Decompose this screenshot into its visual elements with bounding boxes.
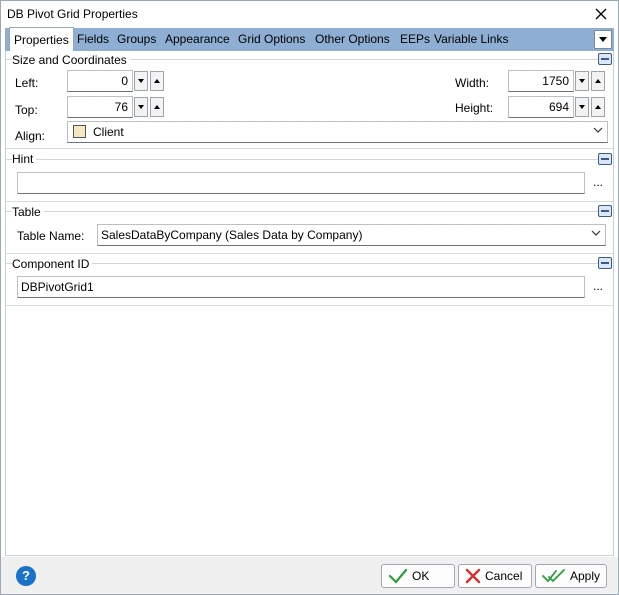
- left-decrement-button[interactable]: [134, 71, 148, 91]
- group-divider: [6, 263, 601, 264]
- title-bar: DB Pivot Grid Properties: [1, 1, 618, 27]
- triangle-up-icon: [595, 105, 601, 109]
- left-label: Left:: [15, 76, 39, 90]
- width-input[interactable]: 1750: [508, 70, 574, 92]
- collapse-icon[interactable]: [598, 257, 612, 269]
- apply-label: Apply: [570, 569, 601, 583]
- cancel-label: Cancel: [485, 569, 523, 583]
- chevron-down-icon: [591, 230, 601, 236]
- properties-panel: Size and Coordinates Left: 0 Width: 1750…: [5, 51, 614, 556]
- group-header-hint: Hint: [12, 152, 37, 166]
- group-header-table: Table: [12, 205, 44, 219]
- triangle-down-icon: [138, 105, 144, 109]
- tab-groups[interactable]: Groups: [113, 28, 160, 51]
- height-increment-button[interactable]: [591, 97, 605, 117]
- table-name-value: SalesDataByCompany (Sales Data by Compan…: [101, 228, 363, 242]
- double-check-icon: [542, 569, 565, 583]
- properties-dialog: DB Pivot Grid Properties Properties Fiel…: [0, 0, 619, 595]
- top-increment-button[interactable]: [150, 97, 164, 117]
- triangle-down-icon: [138, 79, 144, 83]
- dialog-footer: ? OK Cancel Apply: [1, 557, 618, 594]
- tab-appearance[interactable]: Appearance: [161, 28, 234, 51]
- component-id-input[interactable]: DBPivotGrid1: [17, 276, 585, 298]
- window-title: DB Pivot Grid Properties: [7, 7, 138, 21]
- cross-icon: [465, 568, 481, 584]
- group-divider: [6, 211, 601, 212]
- group-header-component-id: Component ID: [12, 257, 93, 271]
- top-input[interactable]: 76: [67, 96, 133, 118]
- group-divider: [6, 159, 601, 160]
- table-name-select[interactable]: SalesDataByCompany (Sales Data by Compan…: [97, 224, 606, 246]
- left-input[interactable]: 0: [67, 70, 133, 92]
- ok-label: OK: [412, 569, 430, 583]
- height-input[interactable]: 694: [508, 96, 574, 118]
- align-value: Client: [93, 125, 124, 139]
- cancel-button[interactable]: Cancel: [458, 564, 532, 588]
- tab-strip: Properties Fields Groups Appearance Grid…: [5, 27, 614, 52]
- width-label: Width:: [455, 76, 490, 90]
- align-select[interactable]: Client: [67, 121, 608, 143]
- collapse-icon[interactable]: [598, 53, 612, 65]
- left-increment-button[interactable]: [150, 71, 164, 91]
- tab-variable-links[interactable]: Variable Links: [430, 28, 512, 51]
- triangle-up-icon: [595, 79, 601, 83]
- collapse-icon[interactable]: [598, 205, 612, 217]
- table-name-label: Table Name:: [17, 229, 85, 243]
- align-label: Align:: [15, 129, 46, 143]
- top-label: Top:: [15, 103, 38, 117]
- apply-button[interactable]: Apply: [535, 564, 607, 588]
- tab-other-options[interactable]: Other Options: [311, 28, 394, 51]
- group-header-size: Size and Coordinates: [12, 53, 130, 67]
- tab-fields[interactable]: Fields: [73, 28, 113, 51]
- triangle-up-icon: [154, 105, 160, 109]
- top-decrement-button[interactable]: [134, 97, 148, 117]
- ok-button[interactable]: OK: [381, 564, 455, 588]
- triangle-up-icon: [154, 79, 160, 83]
- check-icon: [388, 568, 408, 584]
- hint-ellipsis-button[interactable]: ...: [593, 175, 603, 189]
- triangle-down-icon: [599, 37, 607, 42]
- triangle-down-icon: [579, 105, 585, 109]
- close-icon: [595, 8, 607, 20]
- component-id-ellipsis-button[interactable]: ...: [593, 279, 603, 293]
- tab-properties[interactable]: Properties: [9, 27, 74, 52]
- hint-input[interactable]: [17, 172, 585, 194]
- width-increment-button[interactable]: [591, 71, 605, 91]
- close-button[interactable]: [590, 4, 612, 24]
- width-decrement-button[interactable]: [575, 71, 589, 91]
- triangle-down-icon: [579, 79, 585, 83]
- help-icon[interactable]: ?: [16, 566, 36, 586]
- align-swatch-icon: [73, 125, 86, 138]
- collapse-icon[interactable]: [598, 153, 612, 165]
- tab-grid-options[interactable]: Grid Options: [234, 28, 309, 51]
- height-decrement-button[interactable]: [575, 97, 589, 117]
- tab-eeps[interactable]: EEPs: [396, 28, 434, 51]
- tab-list-button[interactable]: [594, 30, 612, 49]
- chevron-down-icon: [593, 127, 603, 133]
- height-label: Height:: [455, 101, 494, 115]
